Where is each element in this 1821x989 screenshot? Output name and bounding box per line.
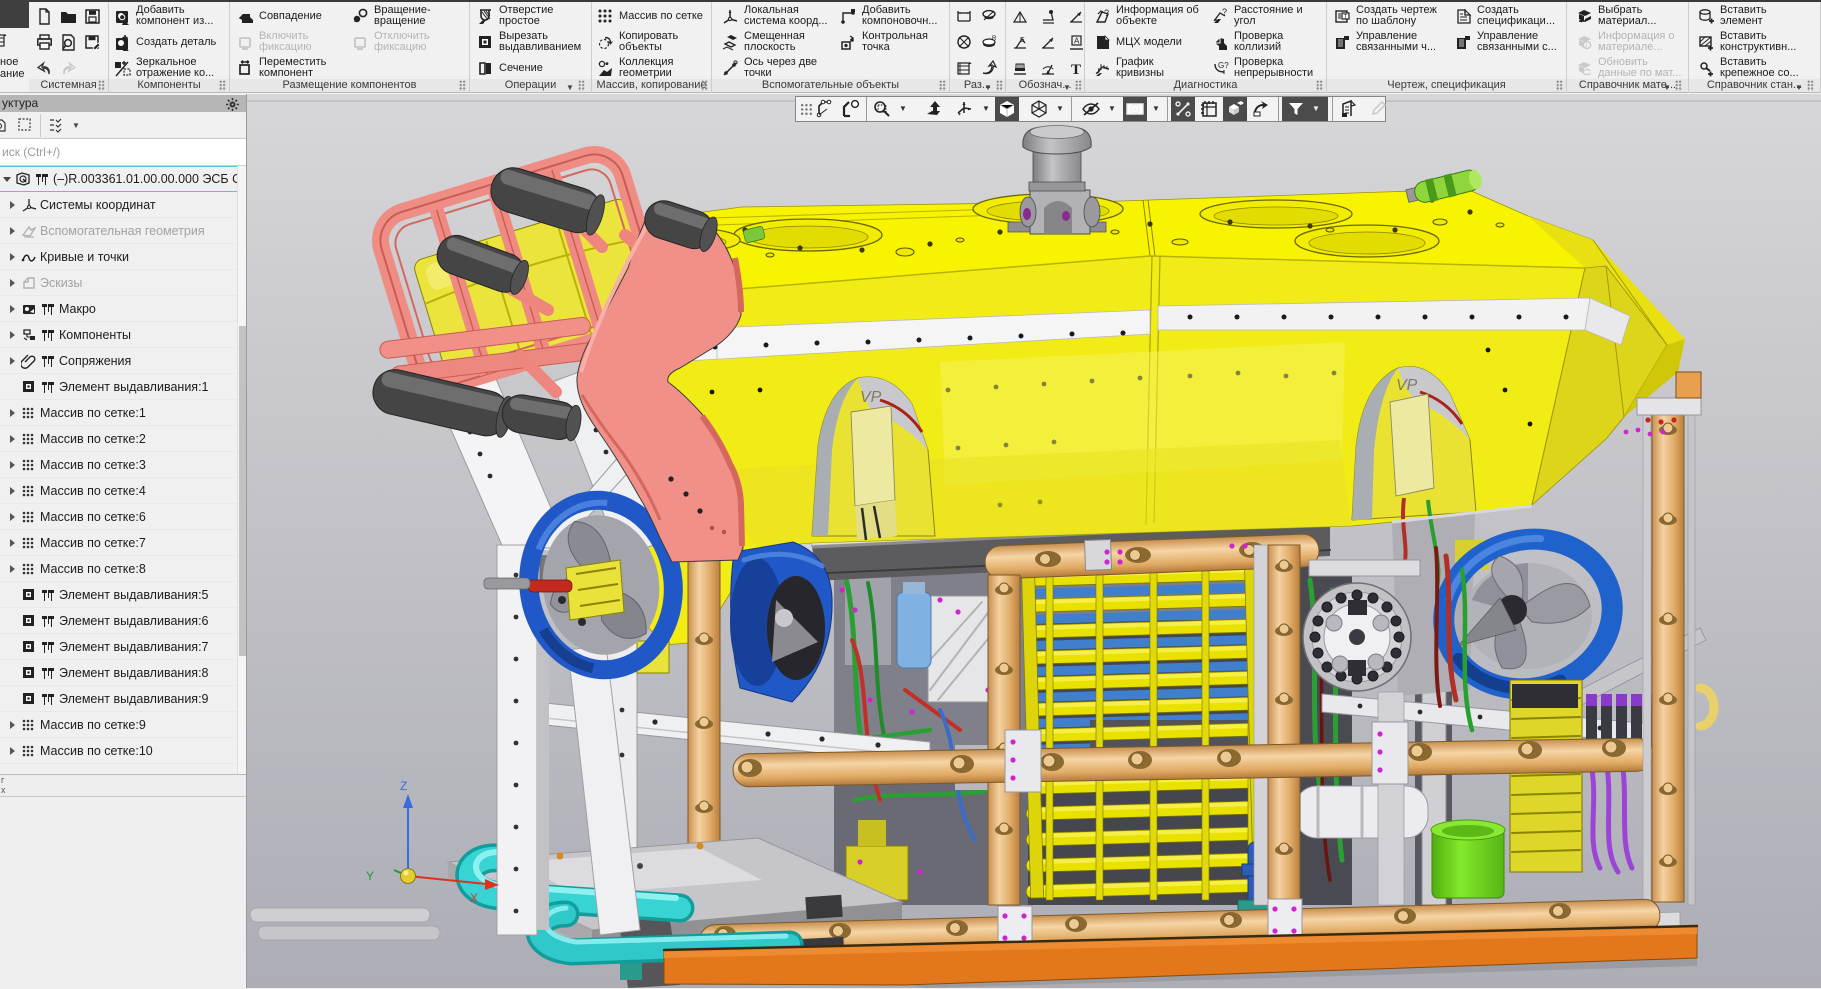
svg-text:?: ? xyxy=(1222,8,1227,17)
svg-text:X: X xyxy=(470,891,478,905)
svg-text:G?: G? xyxy=(1218,61,1229,70)
svg-text:Y: Y xyxy=(366,869,374,883)
svg-text:E: E xyxy=(1020,37,1025,44)
svg-text:A: A xyxy=(1074,36,1080,45)
svg-text:VP: VP xyxy=(860,389,882,406)
svg-text:?: ? xyxy=(1104,8,1109,18)
svg-text:VP: VP xyxy=(1396,377,1418,394)
svg-text:T: T xyxy=(1344,14,1348,20)
svg-text:R: R xyxy=(992,36,997,42)
svg-text:Z: Z xyxy=(400,779,407,793)
svg-text:T: T xyxy=(1071,62,1081,77)
